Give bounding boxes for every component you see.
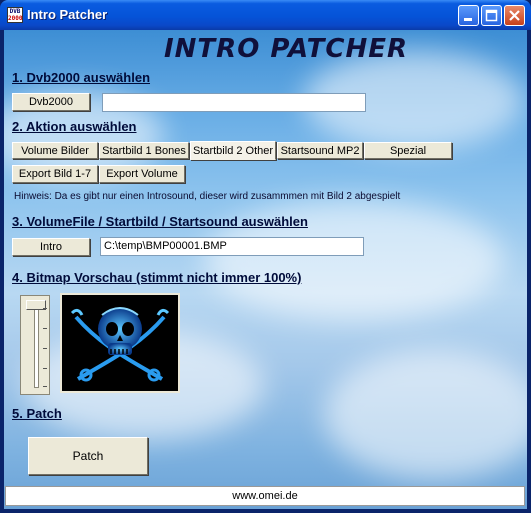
maximize-button[interactable]	[481, 5, 502, 26]
slider-tick	[43, 328, 47, 329]
section-2-title: 2. Aktion auswählen	[12, 119, 137, 134]
section-1-title: 1. Dvb2000 auswählen	[12, 70, 151, 85]
hint-text: Hinweis: Da es gibt nur einen Introsound…	[14, 191, 401, 202]
export-volume-button[interactable]: Export Volume	[99, 165, 185, 183]
tab-startbild-1-bones[interactable]: Startbild 1 Bones	[99, 142, 189, 159]
app-logo-title: INTRO PATCHER	[164, 34, 409, 64]
cloud-decoration	[324, 350, 527, 480]
intro-path-field[interactable]: C:\temp\BMP00001.BMP	[100, 237, 364, 256]
export-bild-button[interactable]: Export Bild 1-7	[12, 165, 98, 183]
tab-startbild-2-other[interactable]: Startbild 2 Other	[190, 141, 276, 160]
dvb2000-path-field[interactable]	[102, 93, 366, 112]
close-button[interactable]	[504, 5, 525, 26]
window-title: Intro Patcher	[27, 7, 108, 22]
maximize-icon	[485, 9, 498, 22]
skull-crossbones-image	[70, 307, 170, 382]
title-bar[interactable]: DVB 2000 Intro Patcher	[0, 0, 531, 30]
intro-button[interactable]: Intro	[12, 238, 90, 256]
client-area: INTRO PATCHER 1. Dvb2000 auswählen Dvb20…	[4, 30, 527, 509]
dvb2000-button[interactable]: Dvb2000	[12, 93, 90, 111]
app-icon: DVB 2000	[7, 7, 23, 23]
section-4-title: 4. Bitmap Vorschau (stimmt nicht immer 1…	[12, 270, 302, 285]
app-icon-text-bottom: 2000	[8, 15, 23, 22]
tab-startsound-mp2[interactable]: Startsound MP2	[277, 142, 363, 159]
minimize-button[interactable]	[458, 5, 479, 26]
slider-tick	[43, 308, 47, 309]
slider-tick	[43, 368, 47, 369]
status-bar-url: www.omei.de	[5, 486, 525, 506]
patch-button[interactable]: Patch	[28, 437, 148, 475]
minimize-icon	[464, 18, 472, 21]
section-3-title: 3. VolumeFile / Startbild / Startsound a…	[12, 214, 308, 229]
slider-track	[34, 304, 39, 388]
preview-slider[interactable]	[20, 295, 50, 395]
app-icon-text-top: DVB	[9, 8, 21, 15]
section-5-title: 5. Patch	[12, 406, 62, 421]
bitmap-preview	[60, 293, 180, 393]
tab-volume-bilder[interactable]: Volume Bilder	[12, 142, 98, 159]
tab-spezial[interactable]: Spezial	[364, 142, 452, 159]
app-window: DVB 2000 Intro Patcher INTRO PATCHER 1. …	[0, 0, 531, 513]
slider-tick	[43, 348, 47, 349]
close-icon	[509, 10, 520, 21]
slider-tick	[43, 386, 47, 387]
